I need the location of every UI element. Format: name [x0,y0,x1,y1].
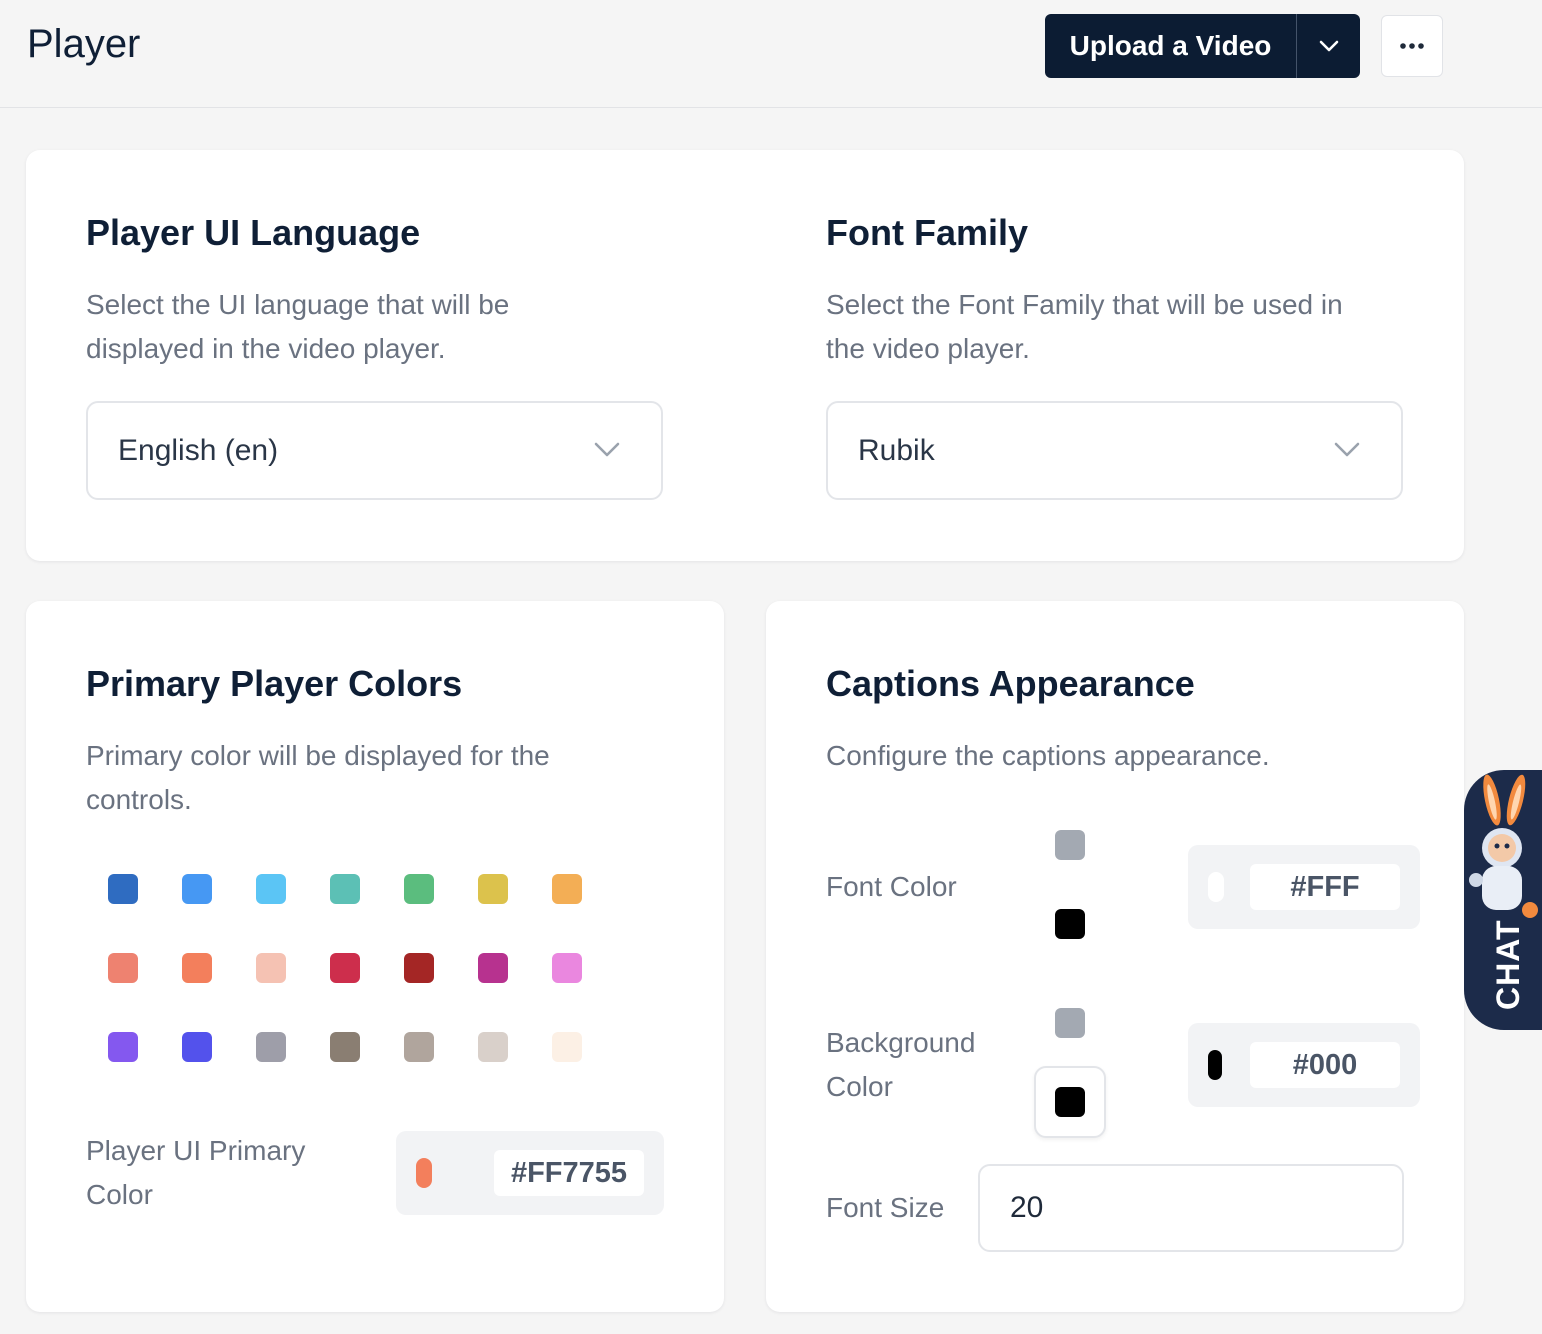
mascot-rabbit-icon [1469,774,1538,918]
primary-color-label: Player UI Primary Color [86,1135,306,1210]
font-size-input[interactable]: 20 [978,1164,1404,1252]
color-swatch[interactable] [478,874,508,904]
background-color-label: Background Color [826,1027,976,1102]
primary-color-field: #FF7755 [396,1131,664,1215]
background-color-preview[interactable] [1208,1050,1222,1080]
color-swatch[interactable] [108,874,138,904]
color-swatch[interactable] [108,1032,138,1062]
chevron-down-icon [1319,40,1338,52]
color-swatch[interactable] [182,953,212,983]
primary-colors-title: Primary Player Colors [86,663,463,704]
color-swatch[interactable] [330,953,360,983]
captions-title: Captions Appearance [826,663,1195,704]
primary-color-preview[interactable] [416,1158,432,1188]
color-swatch[interactable] [330,874,360,904]
color-swatch[interactable] [552,874,582,904]
font-family-description: Select the Font Family that will be used… [826,289,1343,364]
language-title: Player UI Language [86,212,421,253]
page-header: Player Upload a Video [0,0,1542,108]
font-color-hex-input[interactable]: #FFF [1250,864,1400,910]
more-horizontal-icon [1400,43,1424,49]
chevron-down-icon [1334,442,1360,457]
upload-video-button[interactable]: Upload a Video [1045,14,1297,78]
color-swatch[interactable] [182,1032,212,1062]
color-swatch[interactable] [404,1032,434,1062]
background-color-swatch-selected[interactable] [1034,1066,1106,1138]
background-color-swatch-black [1055,1087,1085,1117]
primary-colors-description: Primary color will be displayed for the … [86,740,550,815]
color-swatch[interactable] [552,953,582,983]
background-color-field: #000 [1188,1023,1420,1107]
captions-description: Configure the captions appearance. [826,740,1270,771]
language-select[interactable]: English (en) [86,401,663,500]
color-swatch[interactable] [478,953,508,983]
font-color-preview[interactable] [1208,872,1224,902]
font-color-label: Font Color [826,871,957,902]
primary-color-hex-input[interactable]: #FF7755 [494,1150,644,1196]
chevron-down-icon [594,442,620,457]
color-swatch[interactable] [404,874,434,904]
font-size-label: Font Size [826,1192,945,1223]
language-select-value: English (en) [118,433,279,467]
language-description: Select the UI language that will be disp… [86,289,510,364]
chat-widget-button[interactable]: CHAT [1464,770,1542,1030]
more-options-button[interactable] [1381,15,1443,77]
page-title: Player [27,22,141,66]
font-color-swatch-black[interactable] [1055,909,1085,939]
background-color-hex-input[interactable]: #000 [1250,1042,1400,1088]
primary-colors-card: Primary Player Colors Primary color will… [26,601,724,1312]
color-swatch[interactable] [256,953,286,983]
upload-options-button[interactable] [1297,14,1360,78]
color-swatch[interactable] [108,953,138,983]
font-family-select-value: Rubik [858,433,935,467]
font-family-title: Font Family [826,212,1029,253]
color-swatch[interactable] [256,874,286,904]
color-swatch[interactable] [256,1032,286,1062]
font-color-swatch-gray[interactable] [1055,830,1085,860]
color-swatch[interactable] [478,1032,508,1062]
upload-video-split-button: Upload a Video [1045,14,1360,78]
captions-card: Captions Appearance Configure the captio… [766,601,1464,1312]
color-swatch[interactable] [182,874,212,904]
font-color-field: #FFF [1188,845,1420,929]
background-color-swatch-gray[interactable] [1055,1008,1085,1038]
color-swatch[interactable] [404,953,434,983]
color-swatch[interactable] [330,1032,360,1062]
chat-label: CHAT [1490,919,1526,1011]
font-family-select[interactable]: Rubik [826,401,1403,500]
color-swatch[interactable] [552,1032,582,1062]
language-font-card: Player UI Language Select the UI languag… [26,150,1464,561]
